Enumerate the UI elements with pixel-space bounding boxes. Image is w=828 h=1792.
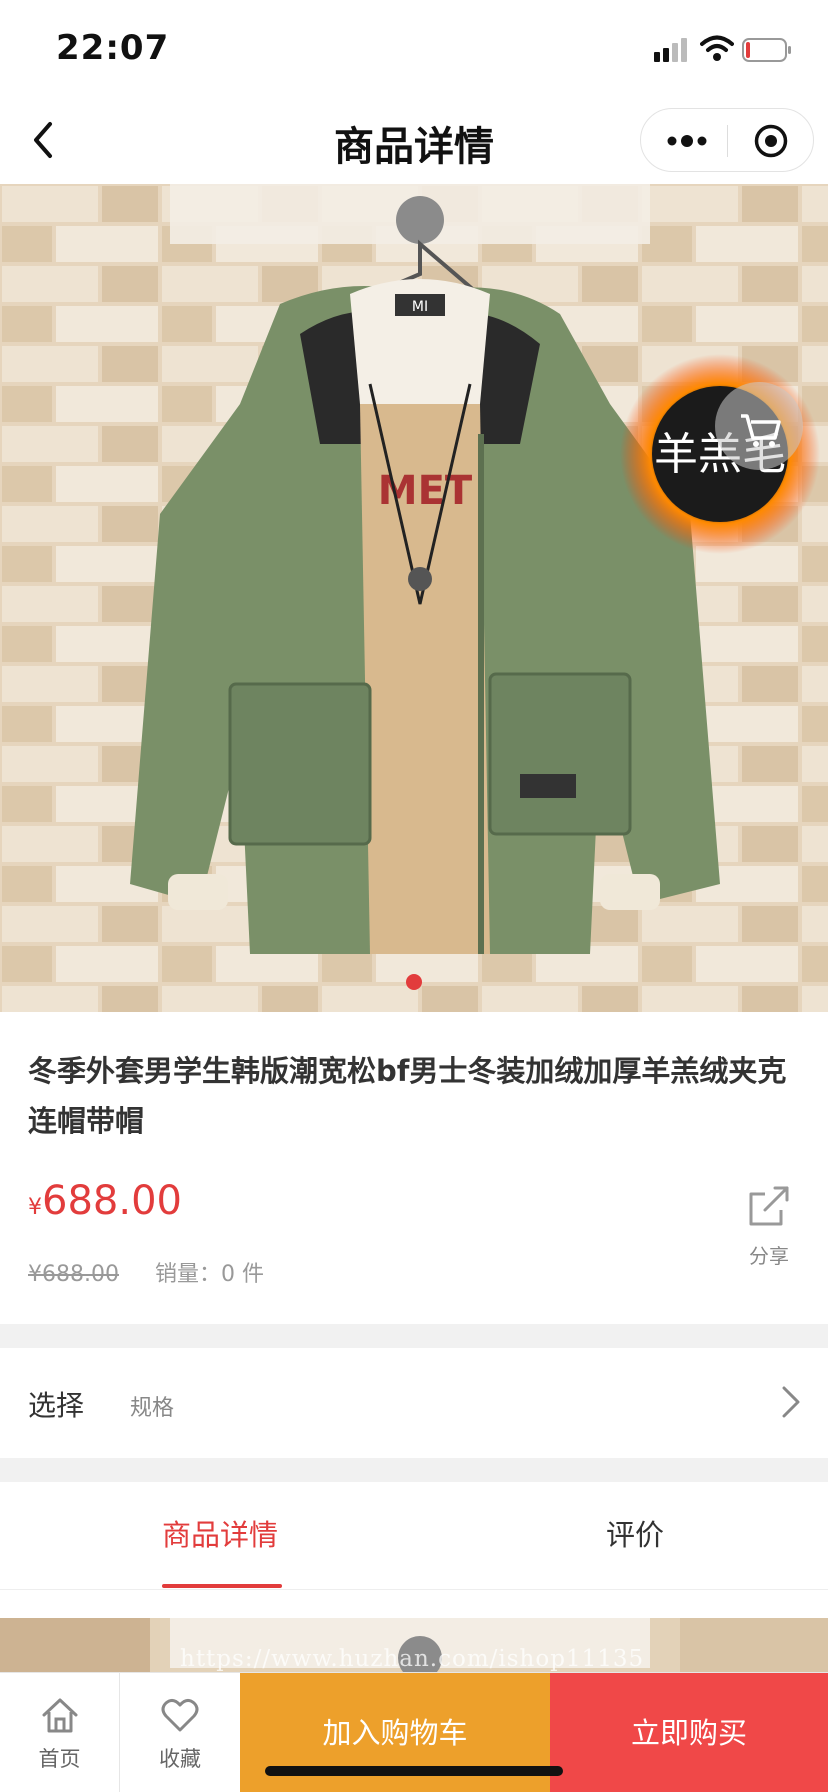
share-button[interactable]: 分享 [736,1182,802,1269]
capsule-divider [727,125,728,157]
home-button[interactable]: 首页 [0,1673,120,1792]
mini-program-capsule [640,108,814,172]
chevron-right-icon [782,1386,800,1418]
watermark-text: https://www.huzhan.com/ishop11135 [180,1646,645,1672]
buy-now-button[interactable]: 立即购买 [550,1673,828,1792]
price-value: 688.00 [42,1178,182,1224]
product-title: 冬季外套男学生韩版潮宽松bf男士冬装加绒加厚羊羔绒夹克连帽带帽 [28,1054,787,1138]
select-value: 规格 [130,1396,175,1421]
home-icon [42,1698,77,1733]
home-label: 首页 [38,1747,81,1771]
product-image[interactable]: MI MET 羊羔毛 [0,184,828,1012]
section-divider [0,1458,828,1482]
price-sub-row: ¥688.00 销量：0 件 [28,1256,264,1288]
favorite-label: 收藏 [159,1747,201,1771]
more-icon[interactable] [665,129,709,153]
select-label: 选择 [28,1389,85,1422]
close-miniprogram-icon[interactable] [753,123,789,159]
battery-icon [742,38,791,62]
heart-icon [161,1698,199,1732]
signal-icon [654,38,687,62]
original-price: ¥688.00 [28,1262,119,1287]
price: ¥688.00 [28,1178,182,1224]
favorite-button[interactable]: 收藏 [120,1673,240,1792]
hanger-tag-text: MI [412,299,428,315]
home-indicator [265,1766,563,1776]
active-tab-indicator [162,1584,282,1588]
status-bar: 22:07 [0,0,828,96]
cart-icon [741,414,781,447]
product-info: 冬季外套男学生韩版潮宽松bf男士冬装加绒加厚羊羔绒夹克连帽带帽 ¥688.00 … [0,1012,828,1324]
currency-symbol: ¥ [28,1195,42,1220]
detail-tabs: 商品详情 评价 [0,1482,828,1590]
carousel-indicator[interactable] [406,974,422,990]
spec-select-row[interactable]: 选择 规格 [0,1348,828,1458]
tab-product-detail[interactable]: 商品详情 [162,1512,278,1554]
product-photo: MI MET 羊羔毛 [0,184,828,1012]
nav-bar: 商品详情 [0,96,828,184]
share-icon [749,1186,789,1226]
floating-cart-button[interactable] [715,382,803,470]
share-label: 分享 [749,1244,789,1268]
section-divider [0,1324,828,1348]
wifi-icon [700,35,734,61]
status-time: 22:07 [56,28,170,68]
sales-count: 销量：0 件 [154,1262,264,1287]
tab-reviews[interactable]: 评价 [606,1512,664,1554]
